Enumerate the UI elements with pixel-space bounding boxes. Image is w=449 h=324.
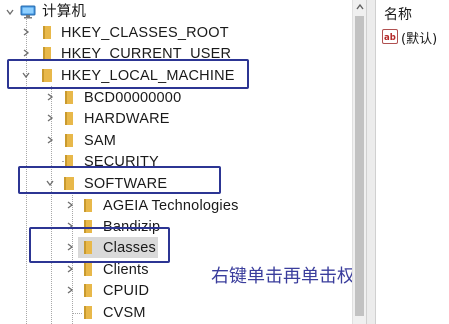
column-header-name[interactable]: 名称 [384,4,412,24]
annotation-instruction-text: 右键单击再单击权限 [211,266,352,287]
folder-icon [65,112,73,125]
tree-node-computer[interactable]: 计算机 [0,2,352,23]
string-value-icon: ab [382,29,398,44]
chevron-down-icon[interactable] [6,8,14,16]
pane-splitter[interactable] [366,0,376,324]
value-name: (默认) [401,32,438,47]
tree-node-label: HARDWARE [84,111,170,127]
chevron-right-icon[interactable] [46,136,54,144]
tree-node-hardware[interactable]: HARDWARE [0,108,352,129]
tree-node-label: AGEIA Technologies [103,198,239,214]
computer-icon [20,5,36,19]
tree-node-hkey-classes-root[interactable]: HKEY_CLASSES_ROOT [0,22,352,43]
tree-node-label: HKEY_CLASSES_ROOT [61,25,229,41]
scroll-up-arrow-icon[interactable] [355,2,365,12]
tree-node-label: BCD00000000 [84,90,182,106]
chevron-right-icon[interactable] [66,265,74,273]
tree-node-label: CPUID [103,283,150,299]
folder-icon [84,306,92,319]
tree-node-bcd00000000[interactable]: BCD00000000 [0,87,352,108]
registry-values-pane[interactable]: 名称 ab (默认) [376,0,449,324]
folder-icon [65,91,73,104]
folder-icon [84,284,92,297]
tree-node-label: 计算机 [42,4,87,20]
chevron-right-icon[interactable] [66,201,74,209]
tree-vertical-scrollbar[interactable] [352,0,367,324]
scrollbar-thumb[interactable] [355,16,364,316]
folder-icon [43,26,51,39]
chevron-right-icon[interactable] [46,93,54,101]
tree-node-sam[interactable]: SAM [0,130,352,151]
tree-node-ageia-technologies[interactable]: AGEIA Technologies [0,195,352,216]
chevron-right-icon[interactable] [22,49,30,57]
tree-node-cvsm[interactable]: CVSM [0,302,352,323]
svg-text:ab: ab [384,33,396,43]
tree-node-label: CVSM [103,305,146,321]
folder-icon [84,199,92,212]
tree-node-label: Clients [103,262,149,278]
annotation-box-classes [29,227,170,263]
chevron-right-icon[interactable] [66,286,74,294]
chevron-right-icon[interactable] [46,114,54,122]
registry-tree-pane[interactable]: 计算机 HKEY_CLASSES_ROOT HKEY_CURRENT_USER … [0,0,352,324]
tree-node-label: SAM [84,133,117,149]
folder-icon [65,134,73,147]
annotation-box-hkey-local-machine [7,59,249,89]
chevron-right-icon[interactable] [22,28,30,36]
annotation-box-software [18,166,221,194]
folder-icon [84,263,92,276]
